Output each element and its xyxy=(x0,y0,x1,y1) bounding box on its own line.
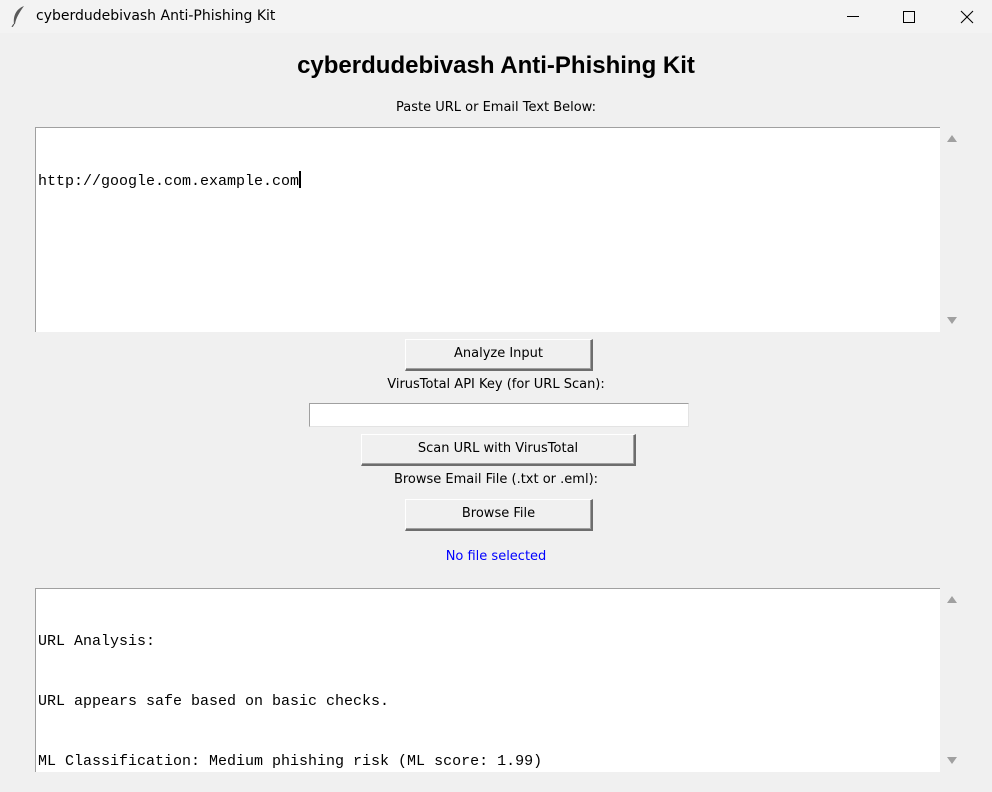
input-textarea[interactable]: http://google.com.example.com xyxy=(35,127,940,332)
browse-label: Browse Email File (.txt or .eml): xyxy=(393,472,599,487)
scroll-up-arrow-icon[interactable] xyxy=(947,135,957,142)
analyze-input-button[interactable]: Analyze Input xyxy=(405,339,593,371)
window-title: cyberdudebivash Anti-Phishing Kit xyxy=(36,8,276,24)
output-textarea[interactable]: URL Analysis: URL appears safe based on … xyxy=(35,588,940,772)
minimize-icon xyxy=(847,16,859,17)
text-caret xyxy=(299,171,302,188)
feather-icon xyxy=(11,6,24,27)
scroll-up-arrow-icon[interactable] xyxy=(947,596,957,603)
scan-virustotal-button[interactable]: Scan URL with VirusTotal xyxy=(361,434,636,466)
output-line: URL Analysis: xyxy=(38,633,156,650)
api-key-label: VirusTotal API Key (for URL Scan): xyxy=(387,377,605,392)
scroll-down-arrow-icon[interactable] xyxy=(947,757,957,764)
api-key-input[interactable] xyxy=(309,403,689,427)
input-text: http://google.com.example.com xyxy=(38,173,300,190)
minimize-button[interactable] xyxy=(830,0,876,33)
output-line: URL appears safe based on basic checks. xyxy=(38,693,390,710)
app-heading: cyberdudebivash Anti-Phishing Kit xyxy=(297,52,695,79)
file-status-text: No file selected xyxy=(445,549,547,564)
output-scrollbar[interactable] xyxy=(940,588,964,772)
close-icon xyxy=(960,10,974,24)
close-button[interactable] xyxy=(944,0,990,33)
scroll-down-arrow-icon[interactable] xyxy=(947,317,957,324)
maximize-icon xyxy=(903,11,915,23)
output-line: ML Classification: Medium phishing risk … xyxy=(38,753,543,770)
maximize-button[interactable] xyxy=(886,0,932,33)
title-bar: cyberdudebivash Anti-Phishing Kit xyxy=(0,0,992,33)
input-label: Paste URL or Email Text Below: xyxy=(396,100,596,115)
input-scrollbar[interactable] xyxy=(940,127,964,332)
browse-file-button[interactable]: Browse File xyxy=(405,499,593,531)
input-text-line: http://google.com.example.com xyxy=(38,171,938,191)
